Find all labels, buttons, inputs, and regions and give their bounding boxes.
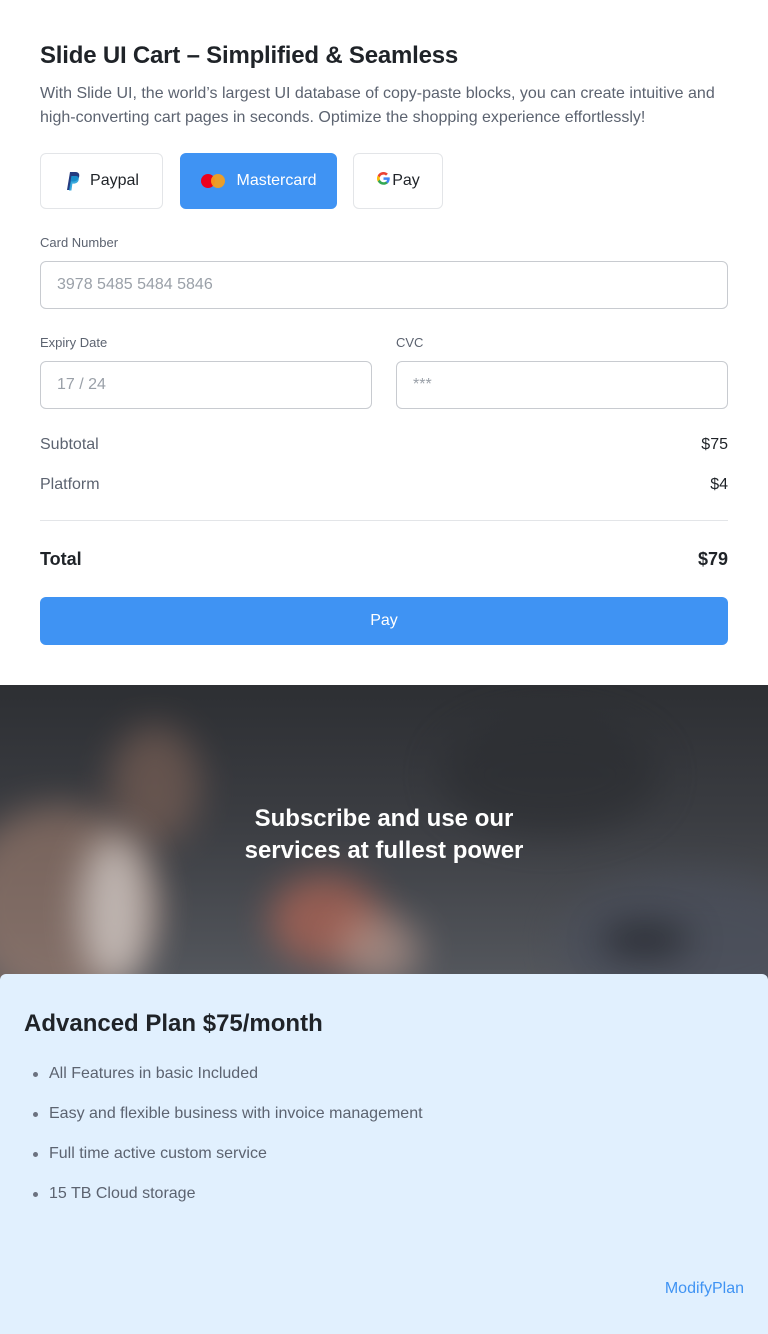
expiry-date-input[interactable]	[40, 361, 372, 409]
google-pay-option-button[interactable]: Pay	[353, 153, 443, 209]
paypal-option-button[interactable]: Paypal	[40, 153, 163, 209]
page-title: Slide UI Cart – Simplified & Seamless	[40, 42, 459, 69]
subtotal-amount: $75	[701, 436, 728, 453]
modify-plan-link[interactable]: ModifyPlan	[665, 1280, 744, 1298]
platform-fee-amount: $4	[710, 476, 728, 493]
subtotal-label: Subtotal	[40, 436, 99, 453]
feature-text: All Features in basic Included	[49, 1065, 258, 1082]
total-amount: $79	[697, 549, 728, 569]
hero-headline: Subscribe and use our services at fulles…	[0, 803, 768, 867]
total-row: Total $79	[40, 549, 728, 570]
cvc-label: CVC	[396, 335, 424, 350]
bullet-icon	[33, 1191, 38, 1197]
card-number-label: Card Number	[40, 235, 119, 250]
subtotal-row: Subtotal $75	[40, 436, 728, 454]
paypal-label: Paypal	[90, 172, 139, 189]
total-label: Total	[40, 549, 82, 569]
feature-text: Full time active custom service	[49, 1145, 267, 1162]
google-pay-label: Pay	[392, 172, 420, 189]
cvc-input[interactable]	[396, 361, 728, 409]
bullet-icon	[33, 1111, 38, 1117]
feature-text: 15 TB Cloud storage	[49, 1185, 196, 1202]
list-item: Full time active custom service	[24, 1142, 423, 1166]
card-number-input[interactable]	[40, 261, 728, 309]
list-item: 15 TB Cloud storage	[24, 1182, 423, 1206]
mastercard-icon	[200, 173, 226, 189]
plan-feature-list: All Features in basic Included Easy and …	[24, 1062, 423, 1222]
hero-headline-line-1: Subscribe and use our	[254, 805, 514, 832]
bullet-icon	[33, 1151, 38, 1157]
expiry-date-label: Expiry Date	[40, 335, 108, 350]
platform-fee-label: Platform	[40, 476, 100, 493]
subscribe-hero-banner: Subscribe and use our services at fulles…	[0, 685, 768, 985]
platform-fee-row: Platform $4	[40, 476, 728, 494]
summary-divider	[40, 520, 728, 521]
paypal-icon	[64, 171, 80, 191]
hero-headline-line-2: services at fullest power	[244, 837, 524, 864]
page-description: With Slide UI, the world’s largest UI da…	[40, 85, 715, 126]
feature-text: Easy and flexible business with invoice …	[49, 1105, 423, 1122]
mastercard-label: Mastercard	[236, 172, 317, 189]
mastercard-option-button[interactable]: Mastercard	[180, 153, 337, 209]
list-item: All Features in basic Included	[24, 1062, 423, 1086]
plan-title: Advanced Plan $75/month	[24, 1010, 323, 1037]
google-g-icon	[376, 171, 392, 191]
plan-card: Advanced Plan $75/month All Features in …	[0, 974, 768, 1334]
pay-button[interactable]: Pay	[40, 597, 728, 645]
list-item: Easy and flexible business with invoice …	[24, 1102, 423, 1126]
bullet-icon	[33, 1071, 38, 1077]
